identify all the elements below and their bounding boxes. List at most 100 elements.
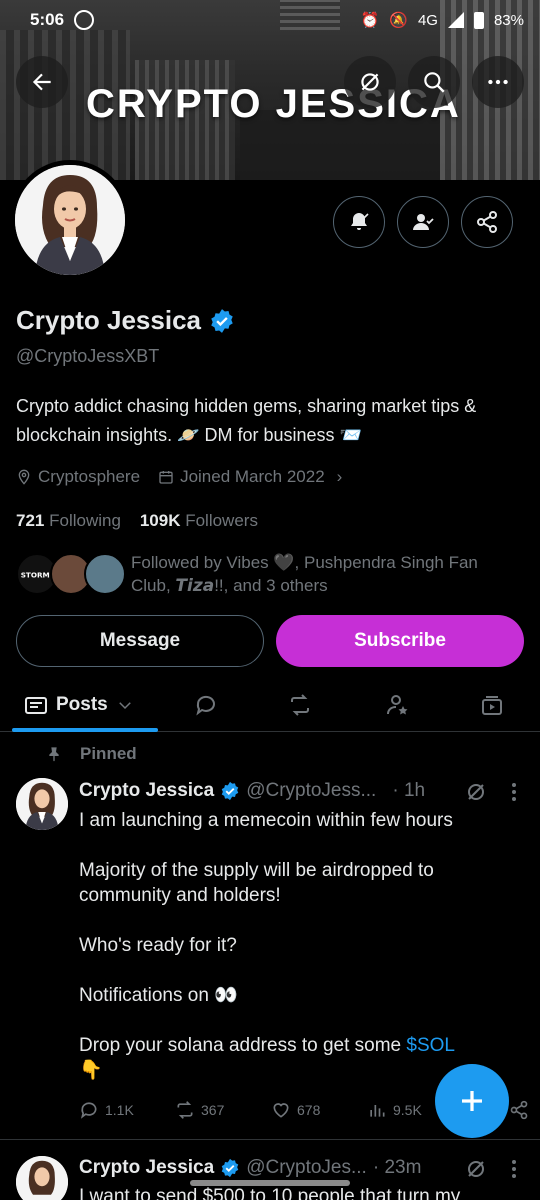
tab-reposts[interactable] <box>288 678 312 732</box>
post-author-name[interactable]: Crypto Jessica <box>79 1157 214 1179</box>
views-count: 9.5K <box>393 1102 422 1118</box>
post-more-icon[interactable] <box>504 780 524 804</box>
post-more-icon[interactable] <box>504 1157 524 1181</box>
following-link[interactable]: 721 Following <box>16 511 121 530</box>
repost-icon <box>177 1101 193 1119</box>
gesture-navigation-bar[interactable] <box>190 1180 350 1186</box>
pinned-indicator: Pinned <box>46 744 137 764</box>
following-label: Following <box>49 511 121 530</box>
post-author-name[interactable]: Crypto Jessica <box>79 780 214 802</box>
compose-post-button[interactable] <box>435 1064 509 1138</box>
post-text-segment: Drop your solana address to get some <box>79 1035 407 1056</box>
grok-icon[interactable] <box>464 1157 488 1181</box>
followers-label: Followers <box>185 511 258 530</box>
followed-by-row[interactable]: STORM Followed by Vibes 🖤, Pushpendra Si… <box>16 551 511 597</box>
repost-icon <box>291 693 309 716</box>
reply-icon <box>196 695 215 715</box>
more-horizontal-icon <box>488 79 508 85</box>
message-button[interactable]: Message <box>16 615 264 667</box>
share-icon[interactable] <box>509 1100 529 1120</box>
plus-icon <box>462 1091 482 1111</box>
profile-handle: @CryptoJessXBT <box>16 346 160 366</box>
whatsapp-icon <box>74 10 95 30</box>
post-text-line: Notifications on 👀 <box>79 985 238 1006</box>
chevron-right-icon[interactable]: › <box>337 467 343 487</box>
profile-tabs: Posts <box>0 678 540 732</box>
alarm-icon: ⏰ <box>360 12 380 29</box>
follower-avatars: STORM <box>16 551 128 597</box>
repost-count: 367 <box>201 1102 225 1118</box>
share-button[interactable] <box>461 196 513 248</box>
tab-posts[interactable]: Posts <box>24 678 134 732</box>
back-button[interactable] <box>16 56 68 108</box>
calendar-icon <box>159 471 173 484</box>
like-button[interactable]: 678 <box>271 1100 367 1120</box>
tab-highlights[interactable] <box>386 678 410 732</box>
status-bar: 5:06 ⏰ 🔕 4G 83% <box>0 0 540 40</box>
profile-meta: Cryptosphere Joined March 2022 › <box>16 467 342 487</box>
status-time: 5:06 <box>30 10 65 29</box>
tab-media[interactable] <box>480 678 504 732</box>
person-star-icon <box>387 694 408 714</box>
post-text-line: I am launching a memecoin within few hou… <box>79 810 453 831</box>
followed-by-text: Followed by Vibes 🖤, Pushpendra Singh Fa… <box>131 553 478 595</box>
following-button[interactable] <box>397 196 449 248</box>
search-button[interactable] <box>408 56 460 108</box>
followers-link[interactable]: 109K Followers <box>140 511 258 530</box>
verified-badge-icon <box>221 781 239 801</box>
post-author-handle: @CryptoJes... <box>246 1157 367 1178</box>
person-check-icon <box>413 214 434 230</box>
profile-name: Crypto Jessica <box>16 305 201 335</box>
post-author-handle: @CryptoJess... <box>246 780 377 801</box>
post-avatar[interactable] <box>16 1156 68 1200</box>
views-chart-icon <box>370 1105 385 1117</box>
active-tab-indicator <box>12 728 158 732</box>
media-icon <box>482 695 502 715</box>
follower-avatar <box>84 553 126 595</box>
avatar-illustration <box>15 165 125 275</box>
profile-joined: Joined March 2022 <box>180 467 325 486</box>
profile-bio: Crypto addict chasing hidden gems, shari… <box>16 396 477 445</box>
profile-avatar[interactable] <box>10 160 130 280</box>
heart-icon <box>273 1103 289 1118</box>
bell-check-icon <box>351 213 369 230</box>
location-pin-icon <box>18 469 30 485</box>
notifications-button[interactable] <box>333 196 385 248</box>
verified-badge-icon <box>221 1158 239 1178</box>
avatar-illustration <box>16 1156 68 1200</box>
banner-title: CRYPTO JESSICA <box>86 82 461 126</box>
post-divider <box>0 1139 540 1140</box>
post-text-line: Who's ready for it? <box>79 935 237 956</box>
posts-icon <box>25 696 47 714</box>
battery-icon <box>473 11 484 29</box>
post-body[interactable]: I am launching a memecoin within few hou… <box>79 808 519 1108</box>
post-text-line[interactable]: I want to send $500 to 10 people that tu… <box>79 1186 524 1200</box>
verified-badge-icon[interactable] <box>209 308 235 334</box>
subscribe-button[interactable]: Subscribe <box>276 615 524 667</box>
reply-button[interactable]: 1.1K <box>79 1100 175 1120</box>
post-avatar[interactable] <box>16 778 68 830</box>
share-icon <box>477 211 497 233</box>
avatar-illustration <box>16 778 68 830</box>
post-emoji: 👇 <box>79 1060 103 1081</box>
network-label: 4G <box>417 11 438 29</box>
more-options-button[interactable] <box>472 56 524 108</box>
arrow-left-icon <box>32 73 51 91</box>
grok-icon <box>361 73 379 91</box>
grok-icon[interactable] <box>464 780 488 804</box>
tab-replies[interactable] <box>194 678 218 732</box>
profile-name-row: Crypto Jessica <box>16 305 235 336</box>
grok-button[interactable] <box>344 56 396 108</box>
profile-location: Cryptosphere <box>38 467 141 486</box>
chevron-down-icon <box>118 701 131 709</box>
like-count: 678 <box>297 1102 321 1118</box>
battery-level: 83% <box>493 11 524 29</box>
cashtag-link[interactable]: $SOL <box>406 1035 455 1056</box>
search-icon <box>424 72 445 93</box>
pinned-label: Pinned <box>80 744 137 763</box>
repost-button[interactable]: 367 <box>175 1100 271 1120</box>
tab-posts-label: Posts <box>56 693 108 715</box>
post-time: · 23m <box>372 1157 422 1178</box>
reply-icon <box>80 1102 97 1119</box>
signal-icon <box>447 12 464 28</box>
